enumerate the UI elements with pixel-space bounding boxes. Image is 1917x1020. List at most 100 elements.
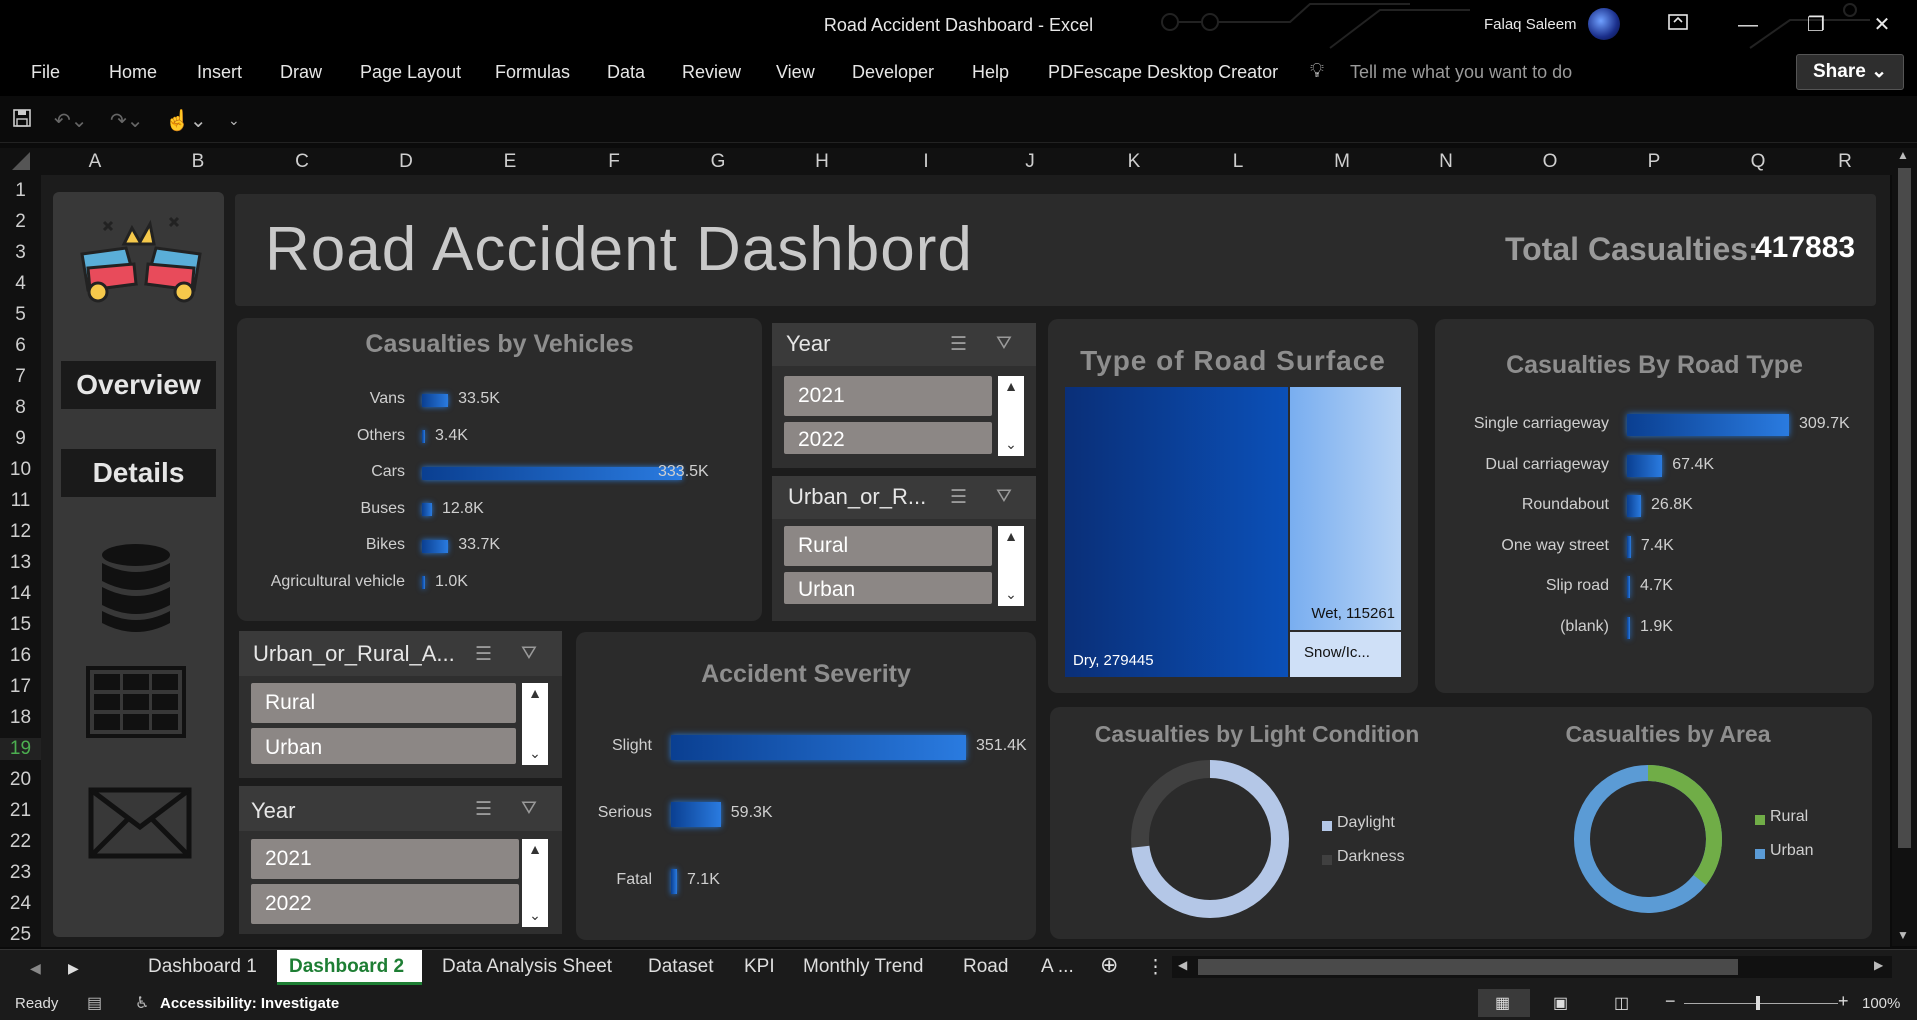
col-header[interactable]: A [43,151,147,173]
multi-select-icon[interactable]: ☰ [950,333,967,356]
tab-page-layout[interactable]: Page Layout [360,62,461,83]
mail-icon[interactable] [88,787,192,859]
row-header[interactable]: 6 [0,335,41,357]
bar[interactable] [671,868,677,894]
sheet-tab[interactable]: KPI [744,956,775,978]
slicer-item[interactable]: Rural [784,526,992,566]
table-icon[interactable] [86,666,186,738]
tab-formulas[interactable]: Formulas [495,62,570,83]
slicer-item[interactable]: 2021 [251,839,519,879]
bar[interactable] [1627,495,1642,517]
col-header[interactable]: C [250,151,354,173]
tab-view[interactable]: View [776,62,815,83]
clear-filter-icon[interactable]: ⛛ [996,486,1012,508]
treemap-wet[interactable]: Wet, 115261 [1290,387,1401,630]
scroll-left-icon[interactable]: ◀ [1178,958,1187,972]
row-header[interactable]: 5 [0,304,41,326]
database-icon[interactable] [100,543,172,635]
scroll-up-icon[interactable]: ▲ [998,528,1024,544]
col-header[interactable]: R [1810,151,1880,173]
multi-select-icon[interactable]: ☰ [475,798,492,821]
tell-me-search[interactable]: Tell me what you want to do [1350,62,1572,83]
ribbon-display-icon[interactable] [1658,10,1698,40]
col-header[interactable]: O [1498,151,1602,173]
row-header[interactable]: 13 [0,552,41,574]
scroll-right-icon[interactable]: ▶ [1874,958,1883,972]
slicer-item[interactable]: 2022 [251,884,519,924]
details-button[interactable]: Details [61,449,216,497]
scroll-up-icon[interactable]: ▲ [1897,148,1909,162]
tab-draw[interactable]: Draw [280,62,322,83]
slicer-item[interactable]: Rural [251,683,516,723]
bar[interactable] [671,801,721,827]
scroll-up-icon[interactable]: ▲ [522,841,548,857]
row-header[interactable]: 20 [0,769,41,791]
sheet-tab[interactable]: Road [963,956,1008,978]
row-header[interactable]: 7 [0,366,41,388]
row-header[interactable]: 15 [0,614,41,636]
normal-view-icon[interactable]: ▦ [1495,993,1510,1013]
row-header[interactable]: 16 [0,645,41,667]
row-header[interactable]: 9 [0,428,41,450]
scroll-down-icon[interactable]: ⌄ [522,907,548,924]
scroll-up-icon[interactable]: ▲ [522,685,548,701]
col-header[interactable]: Q [1706,151,1810,173]
tab-scroll-right-icon[interactable]: ▶ [68,960,79,977]
slicer-item[interactable]: 2022 [784,422,992,454]
slicer-scrollbar[interactable]: ▲ ⌄ [998,526,1024,606]
col-header[interactable]: N [1394,151,1498,173]
sheet-tab-active[interactable]: Dashboard 2 [289,956,404,978]
row-header[interactable]: 11 [0,490,41,512]
tab-pdfescape[interactable]: PDFescape Desktop Creator [1048,62,1278,83]
row-header[interactable]: 14 [0,583,41,605]
accessibility-status[interactable]: Accessibility: Investigate [160,995,339,1012]
tab-insert[interactable]: Insert [197,62,242,83]
col-header[interactable]: E [458,151,562,173]
scroll-down-icon[interactable]: ▼ [1897,928,1909,942]
col-header[interactable]: I [874,151,978,173]
bar[interactable] [422,393,449,407]
scroll-thumb[interactable] [1898,168,1911,848]
col-header[interactable]: B [146,151,250,173]
add-sheet-icon[interactable]: ⊕ [1100,952,1118,978]
sheet-tab[interactable]: Dataset [648,956,713,978]
vertical-scrollbar[interactable]: ▲ ▼ [1892,148,1917,946]
customize-qat-icon[interactable]: ⌄ [228,112,240,129]
share-button[interactable]: Share ⌄ [1796,54,1904,90]
tab-file[interactable]: File [31,62,60,83]
row-header[interactable]: 23 [0,862,41,884]
col-header[interactable]: H [770,151,874,173]
macro-recording-icon[interactable]: ▤ [87,993,102,1013]
accessibility-icon[interactable]: ♿︎ [135,993,149,1013]
tab-home[interactable]: Home [109,62,157,83]
row-header[interactable]: 12 [0,521,41,543]
col-header[interactable]: D [354,151,458,173]
slicer-scrollbar[interactable]: ▲ ⌄ [522,683,548,765]
row-header[interactable]: 24 [0,893,41,915]
row-header[interactable]: 2 [0,211,41,233]
bar[interactable] [1627,535,1631,558]
col-header[interactable]: J [978,151,1082,173]
bar[interactable] [1627,616,1630,639]
save-icon[interactable] [12,108,32,134]
bar[interactable] [422,576,425,589]
page-layout-view-icon[interactable]: ▣ [1553,993,1568,1013]
sheet-tab[interactable]: A ... [1041,956,1074,978]
clear-filter-icon[interactable]: ⛛ [996,333,1012,355]
undo-icon[interactable]: ↶⌄ [54,108,88,133]
col-header[interactable]: P [1602,151,1706,173]
minimize-icon[interactable]: — [1728,10,1768,40]
restore-icon[interactable]: ❐ [1796,10,1836,40]
tab-review[interactable]: Review [682,62,741,83]
clear-filter-icon[interactable]: ⛛ [521,643,537,665]
slicer-item[interactable]: Urban [784,572,992,604]
horizontal-scrollbar[interactable]: ◀ ▶ [1172,956,1892,978]
clear-filter-icon[interactable]: ⛛ [521,798,537,820]
row-header[interactable]: 17 [0,676,41,698]
row-header[interactable]: 18 [0,707,41,729]
treemap-snow[interactable]: Snow/Ic... [1290,632,1401,677]
user-name[interactable]: Falaq Saleem [1484,16,1577,33]
zoom-level[interactable]: 100% [1862,995,1900,1012]
row-header[interactable]: 25 [0,924,41,946]
area-donut[interactable] [1568,759,1728,919]
